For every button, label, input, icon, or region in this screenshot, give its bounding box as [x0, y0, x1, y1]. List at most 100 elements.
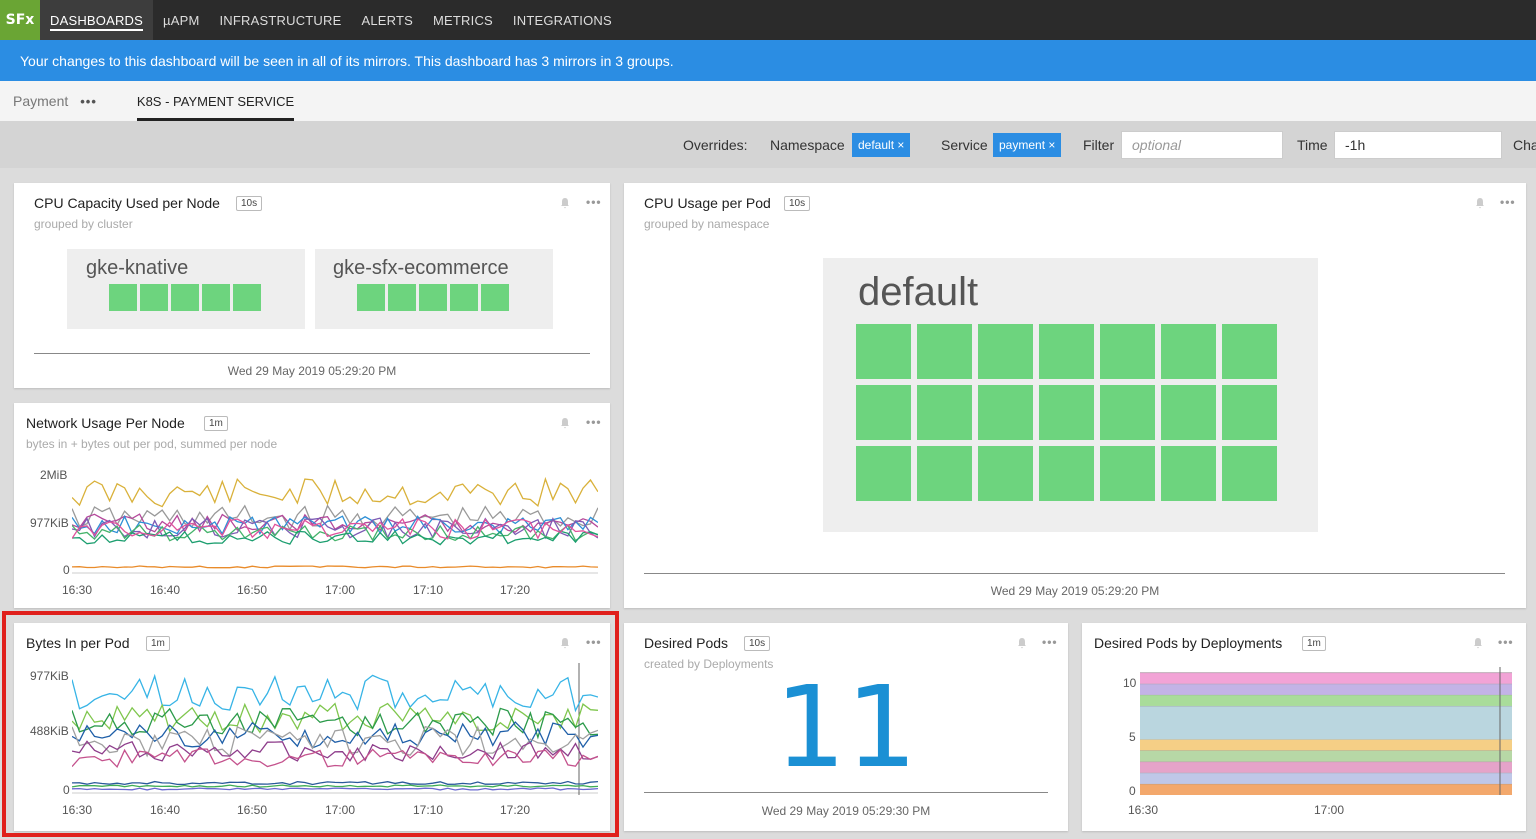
- x-tick: 17:00: [325, 583, 356, 597]
- series-line: [72, 780, 598, 786]
- y-tick: 977KiB: [30, 669, 69, 683]
- heat-cell[interactable]: [978, 385, 1033, 440]
- heat-cell[interactable]: [481, 284, 509, 311]
- heat-cell[interactable]: [1100, 385, 1155, 440]
- card-divider: [644, 573, 1505, 574]
- bell-icon[interactable]: [1474, 197, 1486, 209]
- heat-cell[interactable]: [1161, 446, 1216, 501]
- nav-integrations[interactable]: INTEGRATIONS: [503, 0, 622, 40]
- bell-icon[interactable]: [559, 197, 571, 209]
- stacked-area-layer: [1140, 772, 1512, 784]
- heat-cell[interactable]: [856, 385, 911, 440]
- card-subtitle: grouped by cluster: [34, 217, 133, 231]
- nav-dashboards[interactable]: DASHBOARDS: [40, 0, 154, 40]
- series-line: [72, 702, 598, 734]
- heat-cell[interactable]: [1222, 446, 1277, 501]
- y-tick: 488KiB: [30, 724, 69, 738]
- stacked-area-layer: [1140, 706, 1512, 740]
- filter-input[interactable]: optional: [1121, 131, 1283, 159]
- bell-icon[interactable]: [559, 637, 571, 649]
- heat-cell[interactable]: [1039, 446, 1094, 501]
- card-title: Desired Pods: [644, 635, 729, 651]
- heat-cell[interactable]: [917, 446, 972, 501]
- stacked-area-layer: [1140, 739, 1512, 751]
- banner-text: Your changes to this dashboard will be s…: [20, 52, 674, 69]
- heat-cell[interactable]: [1039, 324, 1094, 379]
- heat-group-label: default: [858, 270, 979, 314]
- y-tick: 0: [1129, 784, 1136, 798]
- series-line: [72, 787, 598, 791]
- heat-cell[interactable]: [140, 284, 168, 311]
- heat-cell[interactable]: [1039, 385, 1094, 440]
- network-usage-line-chart[interactable]: [72, 463, 598, 575]
- heat-cell[interactable]: [1161, 385, 1216, 440]
- heat-cell[interactable]: [1222, 324, 1277, 379]
- card-title: Bytes In per Pod: [26, 635, 130, 651]
- card-menu-icon[interactable]: •••: [1498, 635, 1514, 649]
- stacked-area-layer: [1140, 761, 1512, 773]
- heat-cell[interactable]: [109, 284, 137, 311]
- heat-cell[interactable]: [978, 324, 1033, 379]
- desired-pods-card: Desired Pods 10s created by Deployments …: [624, 623, 1068, 831]
- nav-metrics[interactable]: METRICS: [423, 0, 503, 40]
- card-divider: [644, 792, 1048, 793]
- bell-icon[interactable]: [1472, 637, 1484, 649]
- heat-cell[interactable]: [978, 446, 1033, 501]
- x-tick: 17:10: [413, 583, 444, 597]
- heat-cell[interactable]: [917, 324, 972, 379]
- heat-cell[interactable]: [1161, 324, 1216, 379]
- namespace-chip[interactable]: default ×: [852, 133, 911, 157]
- heat-cell[interactable]: [1222, 385, 1277, 440]
- heat-cell[interactable]: [1100, 324, 1155, 379]
- heat-cell[interactable]: [171, 284, 199, 311]
- nav-infrastructure[interactable]: INFRASTRUCTURE: [210, 0, 352, 40]
- bytes-in-card: Bytes In per Pod 1m ••• 977KiB 488KiB 0 …: [14, 623, 610, 831]
- heat-cell[interactable]: [856, 446, 911, 501]
- heat-group-default: default: [823, 258, 1318, 532]
- card-menu-icon[interactable]: •••: [586, 635, 602, 649]
- filter-label: Filter: [1083, 136, 1115, 153]
- card-menu-icon[interactable]: •••: [1042, 635, 1058, 649]
- y-tick: 0: [63, 783, 70, 797]
- card-menu-icon[interactable]: •••: [1500, 195, 1516, 209]
- card-menu-icon[interactable]: •••: [586, 415, 602, 429]
- resolution-badge: 10s: [744, 636, 771, 651]
- heat-cell[interactable]: [419, 284, 447, 311]
- service-label: Service: [941, 136, 988, 153]
- nav-alerts[interactable]: ALERTS: [351, 0, 423, 40]
- bell-icon[interactable]: [1016, 637, 1028, 649]
- dashboard-tab-bar: Payment ••• K8S - PAYMENT SERVICE: [0, 81, 1536, 121]
- signalfx-logo[interactable]: SFx: [0, 0, 40, 40]
- heat-cell[interactable]: [357, 284, 385, 311]
- resolution-badge: 1m: [1302, 636, 1326, 651]
- heat-cell[interactable]: [450, 284, 478, 311]
- resolution-badge: 1m: [204, 416, 228, 431]
- heat-cell[interactable]: [1100, 446, 1155, 501]
- x-tick: 17:20: [500, 803, 531, 817]
- heat-cell[interactable]: [856, 324, 911, 379]
- dashboard-group-name[interactable]: Payment: [13, 93, 68, 109]
- tab-k8s-payment-service[interactable]: K8S - PAYMENT SERVICE: [136, 81, 295, 121]
- nav-apm[interactable]: µAPM: [153, 0, 209, 40]
- heat-cell[interactable]: [202, 284, 230, 311]
- single-value: 11: [774, 663, 918, 793]
- y-tick: 0: [63, 563, 70, 577]
- x-tick: 17:00: [325, 803, 356, 817]
- heat-cell[interactable]: [388, 284, 416, 311]
- x-tick: 16:40: [150, 583, 181, 597]
- bell-icon[interactable]: [559, 417, 571, 429]
- heat-group-label: gke-sfx-ecommerce: [333, 257, 509, 279]
- card-title: CPU Capacity Used per Node: [34, 195, 220, 211]
- desired-pods-stacked-area-chart[interactable]: [1140, 667, 1512, 795]
- bytes-in-line-chart[interactable]: [72, 663, 598, 795]
- stacked-area-layer: [1140, 750, 1512, 762]
- heat-group-label: gke-knative: [86, 257, 189, 279]
- time-input[interactable]: -1h: [1334, 131, 1502, 159]
- group-more-menu[interactable]: •••: [80, 94, 97, 109]
- service-chip[interactable]: payment ×: [993, 133, 1062, 157]
- card-menu-icon[interactable]: •••: [586, 195, 602, 209]
- heat-cell[interactable]: [233, 284, 261, 311]
- y-tick: 5: [1129, 730, 1136, 744]
- heat-cell[interactable]: [917, 385, 972, 440]
- y-tick: 2MiB: [40, 468, 68, 482]
